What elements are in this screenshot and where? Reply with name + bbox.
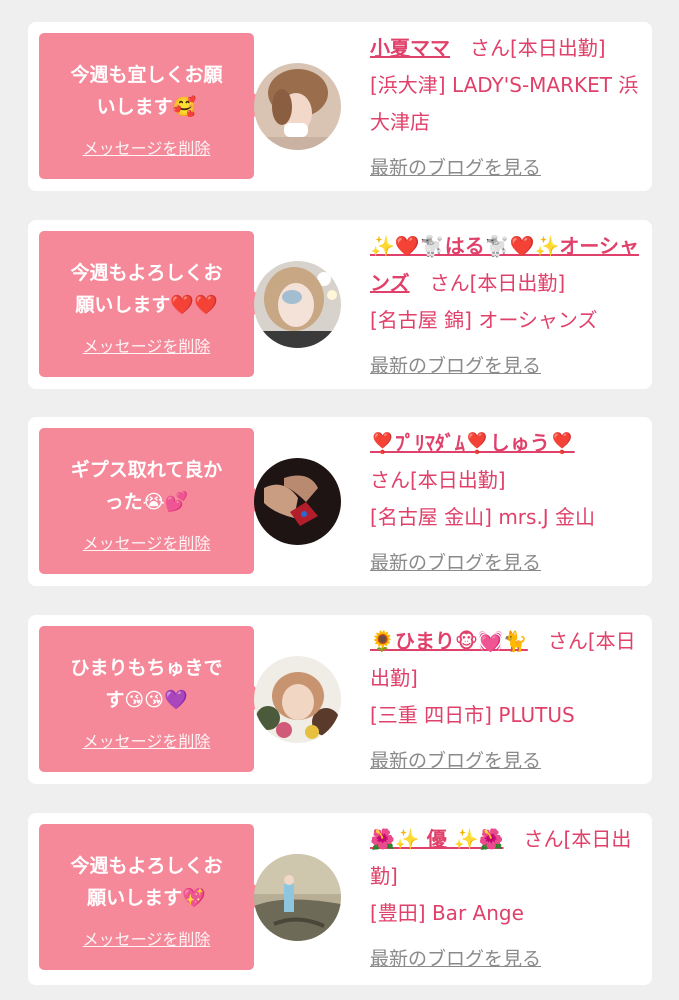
girl-card: 今週もよろしくお 願いします❤️❤️ メッセージを削除 ✨❤️🐩はる🐩❤️✨オー… [28, 220, 652, 389]
girl-name-link[interactable]: 小夏ママ [370, 36, 450, 60]
girl-card: ひまりもちゅきで す😘😘💜 メッセージを削除 🌻ひまり🐵💓🐈 さん[本日出勤] … [28, 615, 652, 784]
shop-name: [浜大津] LADY'S-MARKET 浜大津店 [370, 73, 639, 134]
shop-name: [豊田] Bar Ange [370, 901, 524, 925]
girl-info: 🌻ひまり🐵💓🐈 さん[本日出勤] [三重 四日市] PLUTUS [370, 623, 644, 734]
girl-status: さん[本日出勤] [409, 271, 566, 295]
woman-selfie-avatar-icon [254, 261, 341, 348]
woman-portrait-avatar-icon [254, 63, 341, 150]
delete-message-link[interactable]: メッセージを削除 [83, 926, 211, 950]
message-text: ひまりもちゅきで す😘😘💜 [70, 657, 223, 711]
latest-blog-link[interactable]: 最新のブログを見る [370, 153, 541, 180]
girl-info: 🌺✨ 優 ✨🌺 さん[本日出勤] [豊田] Bar Ange [370, 821, 644, 932]
message-text: 今週も宜しくお願 いします🥰 [70, 64, 223, 118]
girl-card: 今週も宜しくお願 いします🥰 メッセージを削除 小夏ママ さん[本日出勤] [浜… [28, 22, 652, 191]
favorite-girls-list: 今週も宜しくお願 いします🥰 メッセージを削除 小夏ママ さん[本日出勤] [浜… [0, 0, 679, 1000]
legs-dark-avatar-icon [254, 458, 341, 545]
girl-name-link[interactable]: ❣️ﾌﾟﾘﾏﾀﾞﾑ❣️しゅう❣️ [370, 431, 575, 455]
outdoor-person-avatar-icon [254, 854, 341, 941]
avatar[interactable] [254, 458, 341, 545]
avatar[interactable] [254, 63, 341, 150]
girl-card: ギプス取れて良か った😭💕 メッセージを削除 ❣️ﾌﾟﾘﾏﾀﾞﾑ❣️しゅう❣️ … [28, 417, 652, 586]
woman-flowers-avatar-icon [254, 656, 341, 743]
delete-message-link[interactable]: メッセージを削除 [83, 530, 211, 554]
delete-message-link[interactable]: メッセージを削除 [83, 728, 211, 752]
avatar[interactable] [254, 656, 341, 743]
message-bubble: 今週もよろしくお 願いします❤️❤️ メッセージを削除 [39, 231, 266, 377]
delete-message-link[interactable]: メッセージを削除 [83, 135, 211, 159]
girl-info: 小夏ママ さん[本日出勤] [浜大津] LADY'S-MARKET 浜大津店 [370, 30, 644, 141]
message-text: ギプス取れて良か った😭💕 [70, 459, 223, 513]
message-bubble: 今週もよろしくお 願いします💖 メッセージを削除 [39, 824, 266, 970]
message-bubble: ひまりもちゅきで す😘😘💜 メッセージを削除 [39, 626, 266, 772]
shop-name: [三重 四日市] PLUTUS [370, 703, 575, 727]
latest-blog-link[interactable]: 最新のブログを見る [370, 944, 541, 971]
girl-card: 今週もよろしくお 願いします💖 メッセージを削除 🌺✨ 優 ✨🌺 さん[本日出勤… [28, 813, 652, 985]
latest-blog-link[interactable]: 最新のブログを見る [370, 746, 541, 773]
girl-info: ❣️ﾌﾟﾘﾏﾀﾞﾑ❣️しゅう❣️ さん[本日出勤] [名古屋 金山] mrs.J… [370, 425, 644, 536]
shop-name: [名古屋 錦] オーシャンズ [370, 308, 598, 332]
message-bubble: 今週も宜しくお願 いします🥰 メッセージを削除 [39, 33, 266, 179]
girl-status: さん[本日出勤] [450, 36, 606, 60]
latest-blog-link[interactable]: 最新のブログを見る [370, 548, 541, 575]
girl-info: ✨❤️🐩はる🐩❤️✨オーシャンズ さん[本日出勤] [名古屋 錦] オーシャンズ [370, 228, 644, 339]
message-text: 今週もよろしくお 願いします💖 [70, 855, 223, 909]
latest-blog-link[interactable]: 最新のブログを見る [370, 351, 541, 378]
message-bubble: ギプス取れて良か った😭💕 メッセージを削除 [39, 428, 266, 574]
girl-name-link[interactable]: 🌻ひまり🐵💓🐈 [370, 629, 528, 653]
avatar[interactable] [254, 854, 341, 941]
delete-message-link[interactable]: メッセージを削除 [83, 333, 211, 357]
message-text: 今週もよろしくお 願いします❤️❤️ [70, 262, 223, 316]
avatar[interactable] [254, 261, 341, 348]
shop-name: [名古屋 金山] mrs.J 金山 [370, 505, 596, 529]
girl-name-link[interactable]: 🌺✨ 優 ✨🌺 [370, 827, 504, 851]
girl-status: さん[本日出勤] [370, 468, 506, 492]
